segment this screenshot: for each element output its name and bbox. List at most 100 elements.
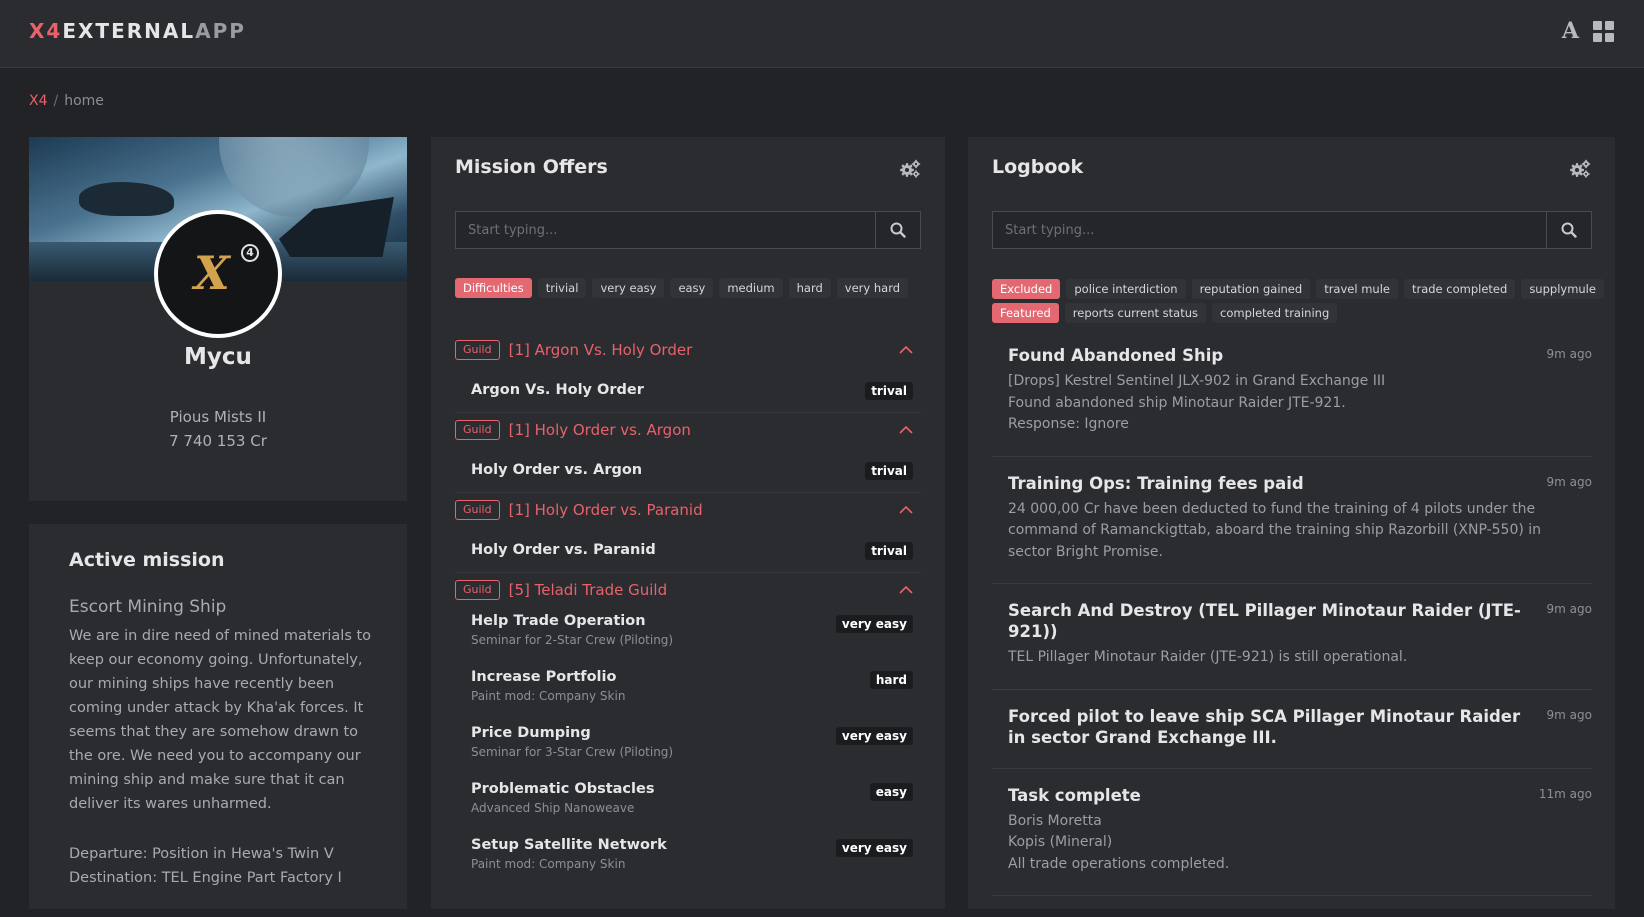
excluded-filter: Excluded police interdiction reputation …	[992, 279, 1604, 299]
log-entry-line: Response: Ignore	[1008, 416, 1129, 432]
difficulty-chip-trivial[interactable]: trivial	[537, 278, 587, 298]
log-entry-time: 9m ago	[1546, 347, 1592, 361]
log-entry[interactable]: Forced pilot to leave ship SCA Pillager …	[992, 690, 1592, 769]
log-entry-time: 11m ago	[1538, 786, 1592, 801]
gears-icon[interactable]	[899, 159, 921, 179]
brand-part-x4: X4	[29, 19, 63, 43]
player-sector: Pious Mists II	[169, 408, 267, 426]
mission-item[interactable]: Holy Order vs. Argon trival	[455, 447, 921, 493]
active-mission-card: Active mission Escort Mining Ship We are…	[29, 524, 407, 909]
difficulty-chip-very-hard[interactable]: very hard	[836, 278, 909, 298]
mission-item[interactable]: Price Dumping Seminar for 3-Star Crew (P…	[455, 719, 921, 775]
mission-group-header[interactable]: Guild [1] Argon Vs. Holy Order	[455, 333, 921, 367]
logbook-search-button[interactable]	[1546, 212, 1591, 248]
excluded-chip[interactable]: supplymule	[1521, 279, 1604, 299]
excluded-chip[interactable]: travel mule	[1316, 279, 1398, 299]
log-entry-body: 24 000,00 Cr have been deducted to fund …	[1008, 499, 1576, 564]
mission-offers-panel: Mission Offers Difficulties trivial very…	[431, 137, 945, 909]
active-mission-description: We are in dire need of mined materials t…	[69, 628, 372, 812]
font-size-icon[interactable]: A	[1562, 20, 1579, 42]
mission-reward: Paint mod: Company Skin	[471, 689, 626, 703]
log-entry-time: 9m ago	[1546, 602, 1592, 616]
log-entry-title: Training Ops: Training fees paid	[1008, 473, 1304, 493]
difficulty-badge: very easy	[835, 615, 913, 633]
log-entry-line: Boris Moretta	[1008, 812, 1102, 829]
profile-card: X 4 Mycu Pious Mists II 7 740 153 Cr	[29, 137, 407, 501]
difficulty-chip-hard[interactable]: hard	[788, 278, 831, 298]
difficulty-badge: trival	[865, 542, 913, 560]
chevron-up-icon[interactable]	[899, 583, 913, 597]
log-entry-time: 9m ago	[1546, 474, 1592, 489]
mission-item[interactable]: Holy Order vs. Paranid trival	[455, 527, 921, 573]
mission-group-header[interactable]: Guild [1] Holy Order vs. Paranid	[455, 493, 921, 527]
log-entry[interactable]: Search And Destroy (TEL Pillager Minotau…	[992, 584, 1592, 690]
mission-reward: Advanced Ship Nanoweave	[471, 801, 635, 815]
active-mission-route: Departure: Position in Hewa's Twin V Des…	[69, 842, 381, 890]
breadcrumb-current: home	[64, 93, 104, 109]
mission-search-button[interactable]	[875, 212, 920, 248]
mission-item[interactable]: Increase Portfolio Paint mod: Company Sk…	[455, 663, 921, 719]
excluded-chip[interactable]: police interdiction	[1066, 279, 1186, 299]
log-entry[interactable]: Task complete 11m ago Boris Moretta Kopi…	[992, 769, 1592, 896]
chevron-up-icon[interactable]	[899, 343, 913, 357]
top-actions: A	[1562, 20, 1614, 42]
mission-name: Holy Order vs. Paranid	[471, 541, 656, 558]
difficulty-badge: easy	[869, 783, 913, 801]
mission-destination: Destination: TEL Engine Part Factory I	[69, 870, 342, 886]
difficulty-chip-very-easy[interactable]: very easy	[592, 278, 665, 298]
excluded-chip[interactable]: trade completed	[1403, 279, 1516, 299]
log-entry-body: [Drops] Kestrel Sentinel JLX-902 in Gran…	[1008, 371, 1576, 436]
x4-logo: X	[194, 246, 230, 300]
mission-groups: Guild [1] Argon Vs. Holy Order Argon Vs.…	[455, 333, 921, 887]
brand-part-app: APP	[195, 19, 246, 43]
log-entry-line: Kopis (Mineral)	[1008, 834, 1113, 850]
featured-label: Featured	[992, 303, 1059, 323]
log-entry[interactable]: Found Abandoned Ship 9m ago [Drops] Kest…	[992, 329, 1592, 457]
mission-offers-title: Mission Offers	[455, 156, 608, 178]
mission-item[interactable]: Problematic Obstacles Advanced Ship Nano…	[455, 775, 921, 831]
difficulty-badge: very easy	[835, 727, 913, 745]
guild-tag: Guild	[455, 340, 500, 360]
difficulty-badge: trival	[865, 462, 913, 480]
player-name: Mycu	[184, 344, 252, 370]
mission-item[interactable]: Setup Satellite Network Paint mod: Compa…	[455, 831, 921, 887]
mission-item[interactable]: Argon Vs. Holy Order trival	[455, 367, 921, 413]
logbook-search-input[interactable]	[993, 212, 1546, 248]
grid-view-icon[interactable]	[1593, 20, 1614, 42]
difficulty-badge: trival	[865, 382, 913, 400]
excluded-label: Excluded	[992, 279, 1061, 299]
log-entry-time: 9m ago	[1546, 707, 1592, 722]
mission-group-header[interactable]: Guild [5] Teladi Trade Guild	[455, 573, 921, 607]
chevron-up-icon[interactable]	[899, 423, 913, 437]
difficulty-chip-medium[interactable]: medium	[719, 278, 783, 298]
active-mission-title: Escort Mining Ship	[69, 597, 227, 617]
mission-name: Problematic Obstacles	[471, 781, 655, 797]
breadcrumb-root-link[interactable]: X4	[29, 93, 48, 109]
app-brand[interactable]: X4EXTERNALAPP	[29, 19, 246, 43]
mission-group-title: [1] Holy Order vs. Argon	[508, 421, 691, 439]
difficulty-chip-easy[interactable]: easy	[670, 278, 714, 298]
mission-reward: Paint mod: Company Skin	[471, 857, 626, 871]
breadcrumb: X4 / home	[29, 93, 104, 109]
log-entry-line: Found abandoned ship Minotaur Raider JTE…	[1008, 394, 1346, 411]
gears-icon[interactable]	[1569, 159, 1591, 179]
log-entry[interactable]: Training Ops: Training fees paid 9m ago …	[992, 457, 1592, 584]
mission-group-title: [5] Teladi Trade Guild	[508, 581, 668, 599]
difficulty-filter: Difficulties trivial very easy easy medi…	[455, 278, 909, 298]
avatar: X 4	[154, 210, 282, 338]
mission-group-header[interactable]: Guild [1] Holy Order vs. Argon	[455, 413, 921, 447]
mission-search-input[interactable]	[456, 212, 875, 248]
breadcrumb-separator: /	[53, 93, 59, 109]
difficulty-badge: very easy	[835, 839, 913, 857]
featured-chip[interactable]: reports current status	[1064, 303, 1207, 323]
excluded-chip[interactable]: reputation gained	[1191, 279, 1311, 299]
mission-departure: Departure: Position in Hewa's Twin V	[69, 846, 334, 862]
mission-item[interactable]: Help Trade Operation Seminar for 2-Star …	[455, 607, 921, 663]
mission-group-title: [1] Holy Order vs. Paranid	[508, 501, 703, 519]
log-entry-title: Task complete	[1008, 785, 1141, 805]
featured-filter: Featured reports current status complete…	[992, 303, 1338, 323]
guild-tag: Guild	[455, 420, 500, 440]
logbook-title: Logbook	[992, 156, 1084, 178]
featured-chip[interactable]: completed training	[1212, 303, 1338, 323]
chevron-up-icon[interactable]	[899, 503, 913, 517]
